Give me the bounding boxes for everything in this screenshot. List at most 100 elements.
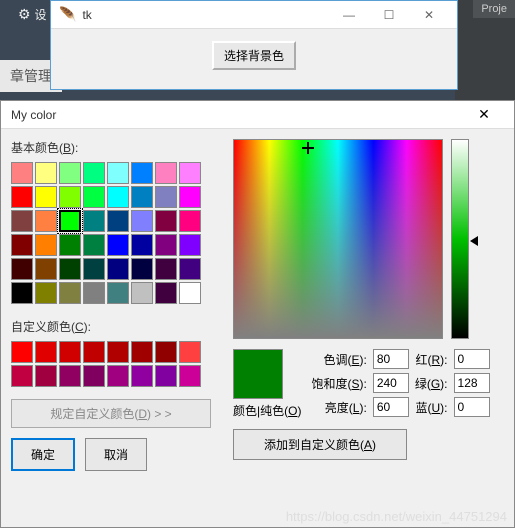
hue-input[interactable]: [373, 349, 409, 369]
sat-input[interactable]: [373, 373, 409, 393]
hue-label: 色调(E):: [311, 351, 366, 368]
tk-window: 🪶 tk — ☐ ✕ 选择背景色: [50, 0, 458, 90]
basic-swatch[interactable]: [11, 186, 33, 208]
custom-swatch[interactable]: [107, 341, 129, 363]
basic-swatch[interactable]: [11, 234, 33, 256]
cancel-button[interactable]: 取消: [85, 438, 147, 471]
custom-swatch[interactable]: [35, 341, 57, 363]
basic-swatch[interactable]: [83, 186, 105, 208]
basic-swatch[interactable]: [107, 186, 129, 208]
sat-label: 饱和度(S):: [311, 375, 366, 392]
basic-colors-grid: [11, 162, 221, 304]
basic-swatch[interactable]: [131, 162, 153, 184]
basic-swatch[interactable]: [107, 258, 129, 280]
tk-body: 选择背景色: [51, 29, 457, 82]
basic-swatch[interactable]: [179, 234, 201, 256]
basic-swatch[interactable]: [179, 282, 201, 304]
custom-swatch[interactable]: [155, 365, 177, 387]
custom-swatch[interactable]: [155, 341, 177, 363]
blue-input[interactable]: [454, 397, 490, 417]
green-label: 绿(G):: [415, 375, 448, 392]
basic-swatch[interactable]: [83, 258, 105, 280]
basic-swatch[interactable]: [155, 282, 177, 304]
maximize-button[interactable]: ☐: [369, 1, 409, 29]
minimize-button[interactable]: —: [329, 1, 369, 29]
basic-swatch[interactable]: [179, 258, 201, 280]
green-input[interactable]: [454, 373, 490, 393]
basic-swatch[interactable]: [83, 282, 105, 304]
dialog-close-button[interactable]: ✕: [464, 106, 504, 123]
basic-swatch[interactable]: [179, 210, 201, 232]
custom-swatch[interactable]: [179, 341, 201, 363]
basic-swatch[interactable]: [155, 258, 177, 280]
basic-swatch[interactable]: [155, 234, 177, 256]
custom-swatch[interactable]: [83, 365, 105, 387]
add-custom-button[interactable]: 添加到自定义颜色(A): [233, 429, 407, 460]
basic-swatch[interactable]: [107, 282, 129, 304]
red-label: 红(R):: [415, 351, 448, 368]
color-preview: [233, 349, 283, 399]
basic-swatch[interactable]: [35, 234, 57, 256]
tk-titlebar[interactable]: 🪶 tk — ☐ ✕: [51, 1, 457, 29]
basic-swatch[interactable]: [107, 210, 129, 232]
basic-swatch[interactable]: [107, 234, 129, 256]
custom-swatch[interactable]: [11, 365, 33, 387]
basic-swatch[interactable]: [35, 282, 57, 304]
basic-swatch[interactable]: [155, 186, 177, 208]
basic-swatch[interactable]: [131, 210, 153, 232]
basic-swatch[interactable]: [131, 282, 153, 304]
choose-bg-color-button[interactable]: 选择背景色: [212, 41, 296, 70]
basic-swatch[interactable]: [83, 162, 105, 184]
basic-swatch[interactable]: [35, 258, 57, 280]
basic-swatch[interactable]: [35, 186, 57, 208]
custom-swatch[interactable]: [131, 341, 153, 363]
basic-swatch[interactable]: [155, 210, 177, 232]
basic-swatch[interactable]: [83, 234, 105, 256]
basic-swatch[interactable]: [59, 186, 81, 208]
custom-swatch[interactable]: [59, 341, 81, 363]
ide-tab[interactable]: Proje: [473, 0, 515, 18]
basic-swatch[interactable]: [131, 186, 153, 208]
basic-swatch[interactable]: [11, 210, 33, 232]
basic-swatch[interactable]: [11, 258, 33, 280]
basic-swatch[interactable]: [107, 162, 129, 184]
basic-colors-label: 基本颜色(B):: [11, 139, 221, 156]
tk-title-text: tk: [82, 8, 329, 22]
basic-swatch[interactable]: [179, 162, 201, 184]
basic-swatch[interactable]: [131, 258, 153, 280]
basic-swatch[interactable]: [59, 234, 81, 256]
lum-input[interactable]: [373, 397, 409, 417]
ok-button[interactable]: 确定: [11, 438, 75, 471]
close-button[interactable]: ✕: [409, 1, 449, 29]
basic-swatch[interactable]: [131, 234, 153, 256]
gear-icon[interactable]: ⚙ 设: [18, 6, 46, 23]
basic-swatch[interactable]: [83, 210, 105, 232]
crosshair-icon: [302, 142, 314, 154]
color-spectrum[interactable]: [233, 139, 443, 339]
basic-swatch[interactable]: [155, 162, 177, 184]
custom-colors-grid: [11, 341, 221, 387]
custom-swatch[interactable]: [107, 365, 129, 387]
custom-swatch[interactable]: [131, 365, 153, 387]
dialog-title-text: My color: [11, 108, 464, 122]
custom-swatch[interactable]: [59, 365, 81, 387]
basic-swatch[interactable]: [11, 162, 33, 184]
luminance-arrow-icon[interactable]: [470, 236, 478, 246]
custom-swatch[interactable]: [179, 365, 201, 387]
custom-swatch[interactable]: [35, 365, 57, 387]
basic-swatch[interactable]: [35, 162, 57, 184]
custom-swatch[interactable]: [11, 341, 33, 363]
red-input[interactable]: [454, 349, 490, 369]
basic-swatch[interactable]: [59, 258, 81, 280]
feather-icon: 🪶: [59, 6, 76, 23]
basic-swatch[interactable]: [59, 162, 81, 184]
basic-swatch[interactable]: [59, 282, 81, 304]
define-custom-button: 规定自定义颜色(D) > >: [11, 399, 211, 428]
custom-swatch[interactable]: [83, 341, 105, 363]
basic-swatch[interactable]: [59, 210, 81, 232]
luminance-bar[interactable]: [451, 139, 469, 339]
basic-swatch[interactable]: [35, 210, 57, 232]
dialog-titlebar[interactable]: My color ✕: [1, 101, 514, 129]
basic-swatch[interactable]: [179, 186, 201, 208]
basic-swatch[interactable]: [11, 282, 33, 304]
